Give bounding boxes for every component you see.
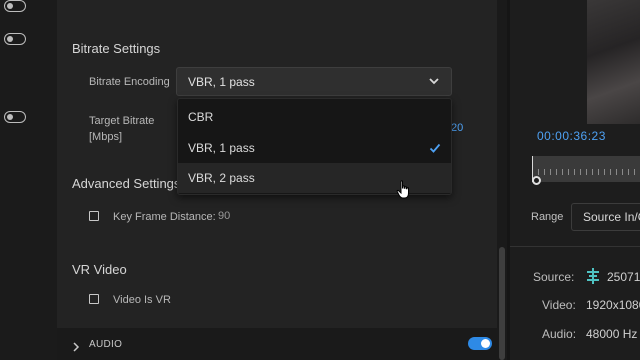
scrollbar-thumb[interactable] [499,247,505,360]
option-cbr[interactable]: CBR [178,102,451,132]
range-select[interactable]: Source In/O [571,203,640,231]
left-gutter [0,0,57,360]
keyframe-distance-value[interactable]: 90 [218,210,230,222]
chevron-right-icon [72,339,80,357]
target-bitrate-value[interactable]: 20 [451,122,463,134]
source-value: 250714 [607,270,640,284]
advanced-settings-heading: Advanced Settings [72,176,181,191]
bitrate-encoding-label: Bitrate Encoding [89,76,170,88]
divider [510,246,640,247]
toggle-switch[interactable] [4,0,26,12]
video-is-vr-checkbox[interactable] [89,294,99,304]
sequence-icon [586,268,600,289]
keyframe-distance-checkbox[interactable] [89,211,99,221]
timecode[interactable]: 00:00:36:23 [537,129,606,143]
panel-scrollbar[interactable] [497,0,507,360]
bitrate-settings-heading: Bitrate Settings [72,41,161,56]
video-is-vr-label: Video Is VR [113,294,171,306]
source-label: Source: [533,270,575,284]
audio-info-value: 48000 Hz [586,327,638,341]
hand-cursor-icon [396,180,412,205]
target-bitrate-label: Target Bitrate [89,115,155,127]
bitrate-encoding-select[interactable]: VBR, 1 pass [176,67,452,96]
preview-timeline[interactable] [532,156,640,182]
range-select-value: Source In/O [583,210,640,224]
toggle-switch[interactable] [4,33,26,45]
audio-info-label: Audio: [542,327,577,341]
bitrate-encoding-value: VBR, 1 pass [188,75,255,89]
vr-video-heading: VR Video [72,262,127,277]
checkmark-icon [429,141,441,159]
video-preview [587,0,640,124]
range-label: Range [531,211,564,223]
option-label: VBR, 2 pass [188,171,255,185]
video-value: 1920x1080 [586,298,640,312]
audio-section-label: AUDIO [89,339,123,350]
option-vbr-1-pass[interactable]: VBR, 1 pass [178,133,451,163]
target-bitrate-unit: [Mbps] [89,131,123,143]
keyframe-distance-label: Key Frame Distance: [113,211,216,223]
playhead-handle[interactable] [532,176,541,185]
toggle-switch[interactable] [4,111,26,123]
audio-toggle[interactable] [468,337,492,350]
chevron-down-icon [427,74,441,93]
option-label: CBR [188,110,214,124]
video-label: Video: [542,298,576,312]
option-label: VBR, 1 pass [188,141,255,155]
audio-section-header[interactable]: AUDIO [57,328,497,360]
